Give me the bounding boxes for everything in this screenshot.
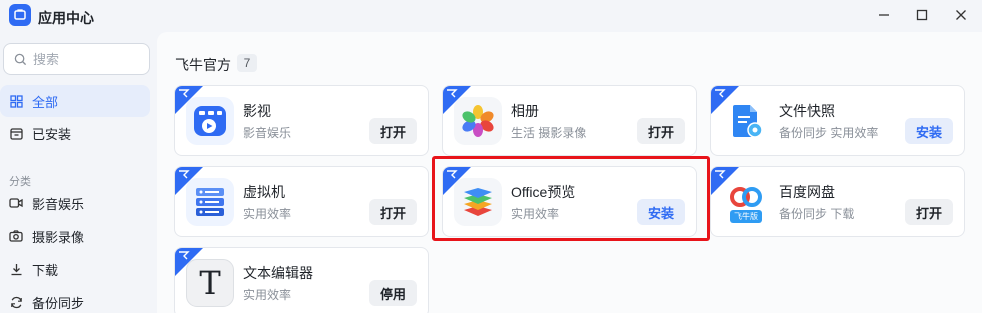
app-desc: 实用效率 [243, 207, 292, 221]
app-install-button[interactable]: 安装 [905, 118, 953, 144]
minimize-button[interactable] [871, 4, 897, 26]
app-card-baidu-netdisk[interactable]: 飞牛版 百度网盘 备份同步 下载 打开 [710, 166, 965, 237]
app-disable-button[interactable]: 停用 [369, 280, 417, 306]
app-open-button[interactable]: 打开 [369, 199, 417, 225]
app-desc: 实用效率 [243, 288, 292, 302]
app-desc: 实用效率 [511, 207, 560, 221]
app-install-button[interactable]: 安装 [637, 199, 685, 225]
app-desc: 备份同步 下载 [779, 207, 855, 221]
sidebar-item-label: 下载 [32, 262, 59, 278]
group-title: 飞牛官方 [175, 57, 231, 73]
app-card-video[interactable]: 影视 影音娱乐 打开 [174, 85, 429, 156]
maximize-button[interactable] [909, 4, 935, 26]
baidu-icon-label: 飞牛版 [730, 209, 762, 223]
sidebar-item-label: 已安装 [32, 126, 72, 142]
grid-icon [9, 94, 23, 108]
sidebar-item-video[interactable]: 影音娱乐 [0, 187, 150, 219]
title-bar: 应用中心 [0, 0, 982, 32]
app-desc: 影音娱乐 [243, 126, 292, 140]
official-badge-icon [179, 251, 190, 260]
search-box[interactable] [3, 43, 150, 75]
app-card-office-preview[interactable]: Office预览 实用效率 安装 [442, 166, 697, 237]
minimize-icon [879, 14, 889, 16]
app-card-file-snapshot[interactable]: 文件快照 备份同步 实用效率 安装 [710, 85, 965, 156]
official-badge-icon [715, 89, 726, 98]
app-card-text-editor[interactable]: T 文本编辑器 实用效率 停用 [174, 247, 429, 313]
sidebar-item-label: 影音娱乐 [32, 196, 85, 212]
video-icon [9, 196, 23, 210]
close-button[interactable] [948, 4, 974, 26]
app-name: 影视 [243, 103, 271, 119]
sidebar-item-label: 备份同步 [32, 295, 85, 311]
window-title: 应用中心 [38, 10, 94, 26]
camera-icon [9, 229, 23, 243]
sidebar-item-installed[interactable]: 已安装 [0, 117, 150, 149]
official-badge-icon [447, 170, 458, 179]
sidebar-item-label: 摄影录像 [32, 229, 85, 245]
app-open-button[interactable]: 打开 [905, 199, 953, 225]
sidebar-item-label: 全部 [32, 94, 59, 110]
app-card-photos[interactable]: 相册 生活 摄影录像 打开 [442, 85, 697, 156]
sidebar-item-camera[interactable]: 摄影录像 [0, 220, 150, 252]
app-name: 相册 [511, 103, 539, 119]
app-name: Office预览 [511, 184, 576, 200]
search-icon [14, 53, 27, 65]
app-open-button[interactable]: 打开 [637, 118, 685, 144]
installed-box-icon [9, 126, 23, 140]
search-input[interactable] [33, 51, 133, 67]
app-desc: 备份同步 实用效率 [779, 126, 879, 140]
close-icon [956, 10, 966, 20]
app-name: 文件快照 [779, 103, 835, 119]
official-badge-icon [715, 170, 726, 179]
group-count-badge: 7 [237, 54, 257, 72]
official-badge-icon [179, 170, 190, 179]
download-icon [9, 262, 23, 276]
app-name: 百度网盘 [779, 184, 835, 200]
app-center-logo [9, 4, 31, 26]
official-badge-icon [447, 89, 458, 98]
app-desc: 生活 摄影录像 [511, 126, 587, 140]
maximize-icon [916, 9, 928, 21]
sidebar: 全部 已安装 分类 影音娱乐 摄影录像 下载 备份同步 [0, 32, 157, 313]
official-badge-icon [179, 89, 190, 98]
sync-icon [9, 295, 23, 309]
app-name: 虚拟机 [243, 184, 285, 200]
app-open-button[interactable]: 打开 [369, 118, 417, 144]
app-name: 文本编辑器 [243, 265, 313, 281]
sidebar-item-all[interactable]: 全部 [0, 85, 150, 117]
sidebar-item-download[interactable]: 下载 [0, 253, 150, 285]
main-panel: 飞牛官方 7 影视 影音娱乐 打开 相册 生活 摄影录像 打开 文件快照 备份同… [157, 32, 982, 313]
app-card-vm[interactable]: 虚拟机 实用效率 打开 [174, 166, 429, 237]
sidebar-item-sync[interactable]: 备份同步 [0, 286, 150, 313]
